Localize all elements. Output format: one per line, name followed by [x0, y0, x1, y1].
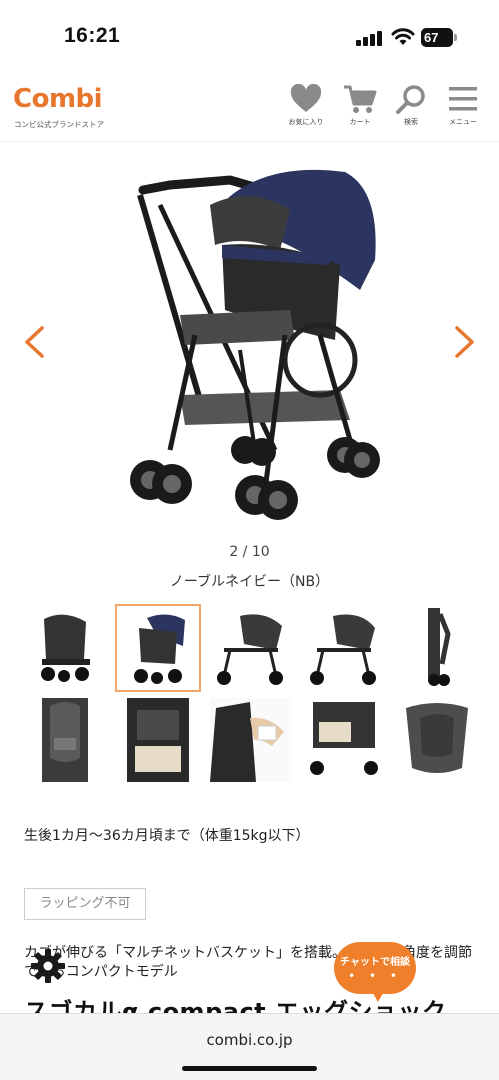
- cart-button[interactable]: カート: [335, 84, 385, 134]
- chat-bubble: チャットで相談 • • •: [334, 942, 416, 994]
- thumbnail-8[interactable]: [210, 698, 292, 782]
- status-bar: 16:21 67: [0, 0, 499, 76]
- thumbnail-3[interactable]: [210, 604, 292, 688]
- wifi-icon: [391, 28, 415, 45]
- battery-cap: [454, 34, 457, 41]
- settings-gear-icon[interactable]: [30, 948, 66, 984]
- thumbnail-9[interactable]: [303, 698, 385, 782]
- color-name: ノーブルネイビー（NB）: [169, 574, 330, 590]
- thumbnail-4[interactable]: [303, 604, 385, 688]
- age-range-text: 生後1カ月〜36カ月頃まで（体重15kg以下）: [24, 828, 310, 844]
- cart-icon: [344, 85, 377, 113]
- hamburger-menu-icon: [449, 87, 477, 111]
- search-label: 検索: [404, 118, 418, 126]
- brand-logo[interactable]: Combi: [13, 84, 103, 114]
- thumbnail-6[interactable]: [24, 698, 106, 782]
- thumbnail-7[interactable]: [117, 698, 199, 782]
- chat-tail: [370, 988, 386, 1002]
- home-indicator: [182, 1066, 317, 1071]
- thumbnail-2[interactable]: [115, 604, 201, 692]
- thumbnail-10[interactable]: [396, 698, 478, 782]
- browser-url-bar[interactable]: combi.co.jp: [0, 1013, 499, 1080]
- next-arrow-icon[interactable]: [453, 325, 477, 359]
- stroller-main-image: [130, 169, 380, 520]
- cart-label: カート: [349, 118, 371, 126]
- chat-label: チャットで相談: [340, 957, 410, 968]
- thumbnail-1[interactable]: [24, 604, 106, 688]
- signal-icon: [356, 30, 382, 46]
- battery-icon: 67: [421, 28, 453, 47]
- favorites-button[interactable]: お気に入り: [281, 84, 331, 134]
- menu-label: メニュー: [449, 118, 477, 126]
- brand-subtitle: コンビ公式ブランドストア: [14, 120, 104, 129]
- favorites-label: お気に入り: [288, 118, 324, 126]
- wrapping-badge: ラッピング不可: [24, 888, 146, 920]
- status-time: 16:21: [64, 24, 121, 47]
- menu-button[interactable]: メニュー: [438, 84, 488, 134]
- search-icon: [396, 85, 425, 114]
- thumbnail-5[interactable]: [396, 604, 478, 688]
- url-text[interactable]: combi.co.jp: [0, 1031, 499, 1049]
- search-button[interactable]: 検索: [386, 84, 436, 134]
- prev-arrow-icon[interactable]: [22, 325, 46, 359]
- chat-dots: • • •: [348, 969, 402, 983]
- heart-icon: [290, 84, 322, 112]
- product-gallery[interactable]: [0, 150, 499, 540]
- chat-button[interactable]: チャットで相談 • • •: [334, 942, 416, 1004]
- site-header: Combi コンビ公式ブランドストア お気に入り カート 検索 メニュー: [0, 76, 499, 142]
- image-counter: 2 / 10: [229, 544, 270, 560]
